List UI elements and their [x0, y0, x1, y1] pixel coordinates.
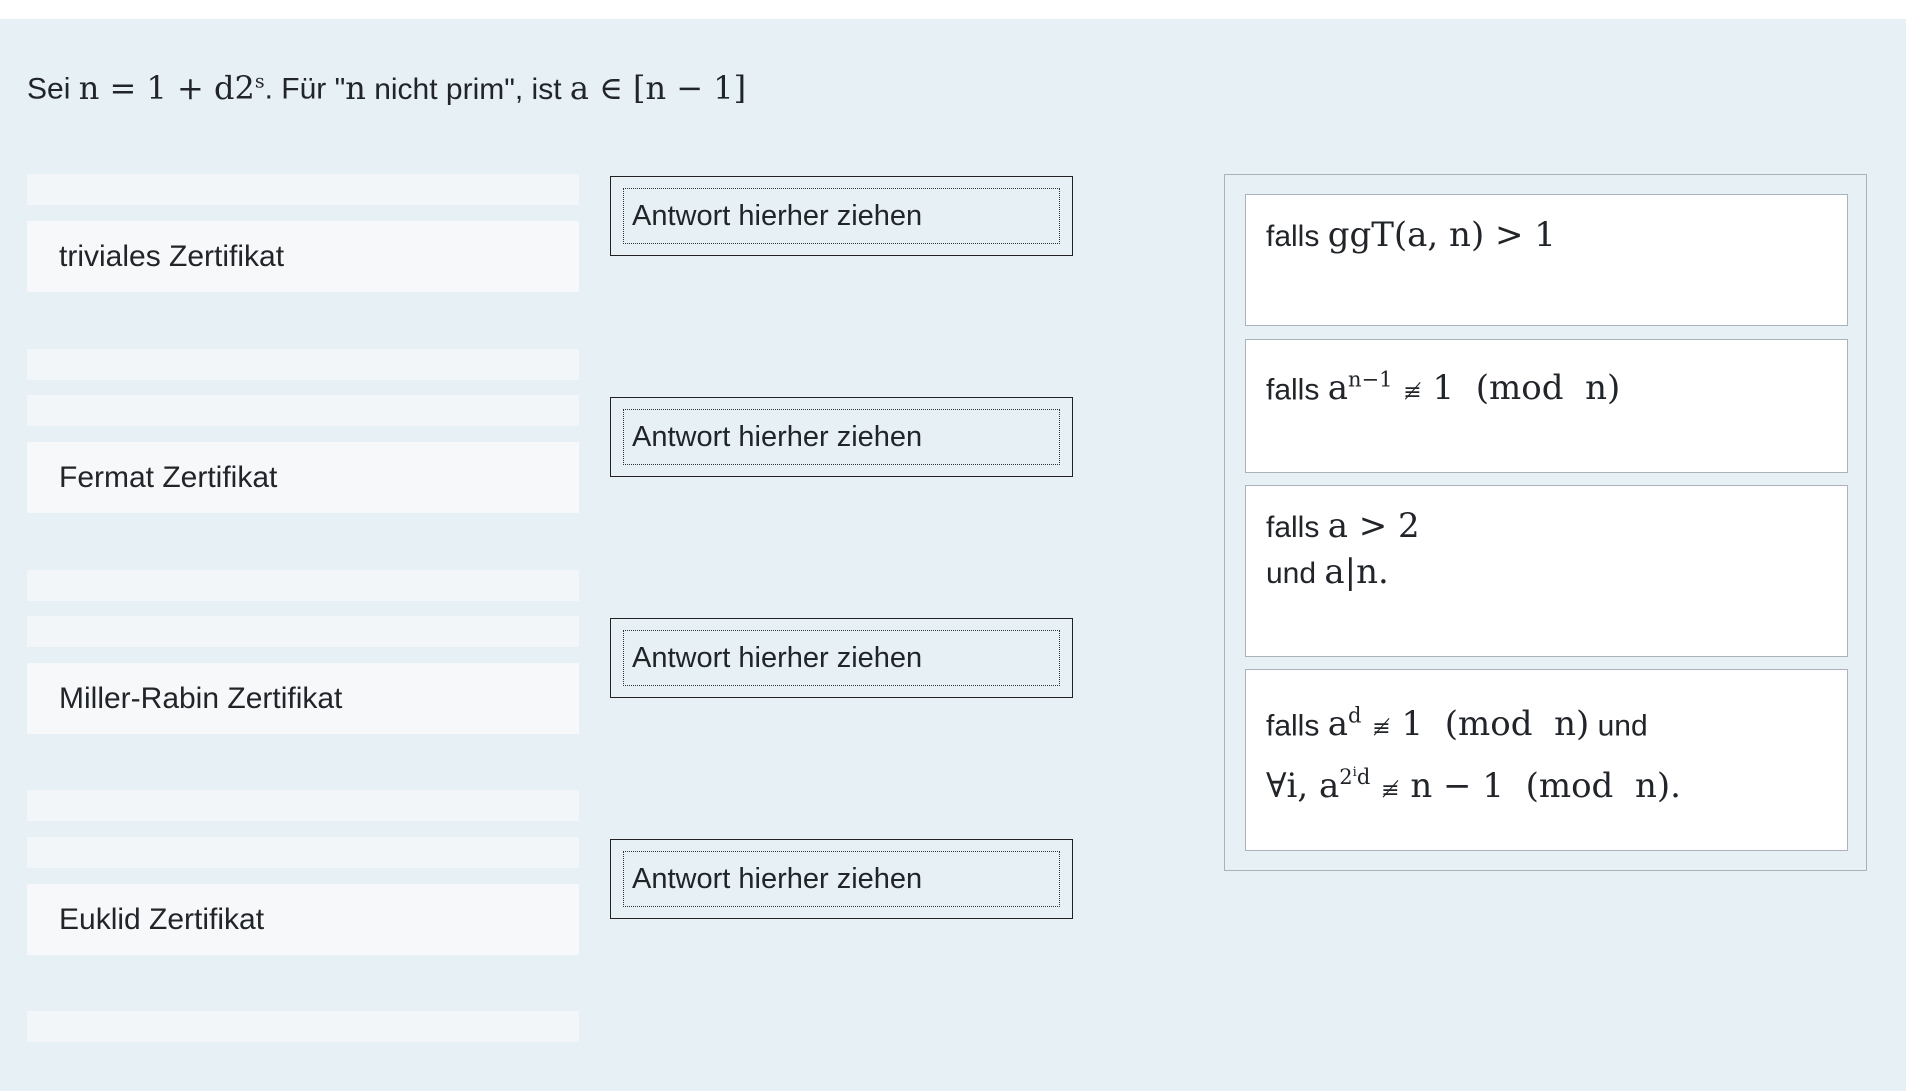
question-text: Sei n = 1 + d2s. Für "n nicht prim", ist…: [27, 61, 746, 110]
question-condition: n nicht prim", ist: [345, 68, 570, 107]
question-range: a ∈ [n − 1]: [569, 68, 747, 107]
row-divider: [27, 395, 579, 426]
row-divider: [27, 570, 579, 601]
answer-card-ggt[interactable]: falls ggT(a, n) > 1: [1245, 194, 1848, 326]
term-fermat: Fermat Zertifikat: [27, 442, 579, 513]
question-prefix: Sei: [27, 72, 79, 106]
term-miller-rabin: Miller-Rabin Zertifikat: [27, 663, 579, 734]
answer-card-miller-rabin[interactable]: falls ad ≢ 1 (mod n) und ∀i, a2id ≢ n − 1…: [1245, 669, 1848, 851]
dropzone-placeholder[interactable]: Antwort hierher ziehen: [623, 188, 1060, 244]
answer-card-fermat[interactable]: falls an−1 ≢ 1 (mod n): [1245, 339, 1848, 473]
row-divider: [27, 174, 579, 205]
dropzone-placeholder[interactable]: Antwort hierher ziehen: [623, 409, 1060, 465]
dropzone-2[interactable]: Antwort hierher ziehen: [610, 397, 1073, 477]
term-triviales: triviales Zertifikat: [27, 221, 579, 292]
dropzone-4[interactable]: Antwort hierher ziehen: [610, 839, 1073, 919]
dropzone-3[interactable]: Antwort hierher ziehen: [610, 618, 1073, 698]
answer-card-divisor[interactable]: falls a > 2 und a|n.: [1245, 485, 1848, 657]
question-formula: n = 1 + d2s: [78, 68, 265, 107]
term-euklid: Euklid Zertifikat: [27, 884, 579, 955]
row-divider: [27, 790, 579, 821]
answer-pool: falls ggT(a, n) > 1 falls an−1 ≢ 1 (mod …: [1224, 174, 1867, 871]
row-divider: [27, 837, 579, 868]
dropzone-placeholder[interactable]: Antwort hierher ziehen: [623, 630, 1060, 686]
row-divider: [27, 1011, 579, 1042]
dropzone-1[interactable]: Antwort hierher ziehen: [610, 176, 1073, 256]
question-container: Sei n = 1 + d2s. Für "n nicht prim", ist…: [0, 19, 1906, 1091]
question-middle: . Für ": [264, 72, 346, 106]
row-divider: [27, 616, 579, 647]
dropzone-placeholder[interactable]: Antwort hierher ziehen: [623, 851, 1060, 907]
row-divider: [27, 349, 579, 380]
